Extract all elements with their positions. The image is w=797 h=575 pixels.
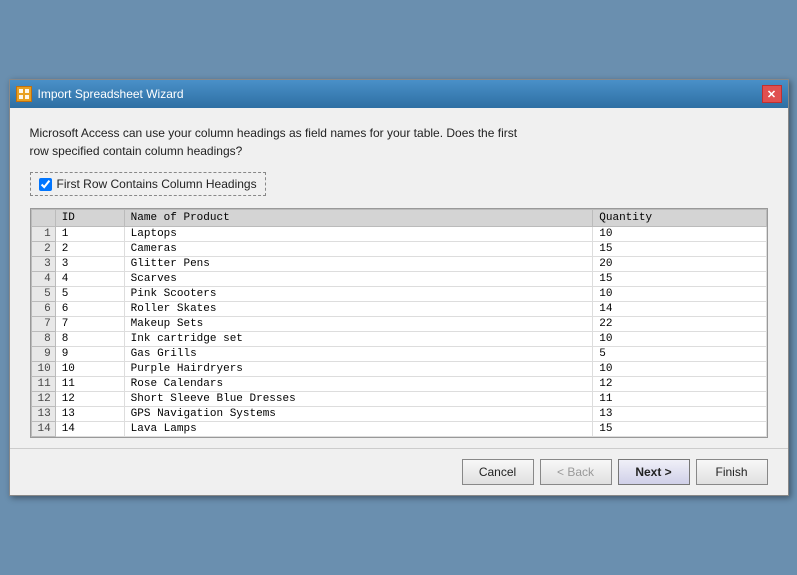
table-row: 14 14 Lava Lamps 15: [31, 422, 766, 437]
cell-rownum: 10: [31, 362, 55, 377]
cell-qty: 13: [593, 407, 766, 422]
cell-id: 13: [55, 407, 124, 422]
cell-name: Roller Skates: [124, 302, 593, 317]
cell-qty: 10: [593, 332, 766, 347]
table-row: 9 9 Gas Grills 5: [31, 347, 766, 362]
table-row: 3 3 Glitter Pens 20: [31, 257, 766, 272]
col-header-name: Name of Product: [124, 210, 593, 227]
cell-id: 11: [55, 377, 124, 392]
cell-name: Gas Grills: [124, 347, 593, 362]
cell-qty: 10: [593, 227, 766, 242]
cell-id: 12: [55, 392, 124, 407]
cell-name: Scarves: [124, 272, 593, 287]
col-header-id: ID: [55, 210, 124, 227]
cell-rownum: 9: [31, 347, 55, 362]
table-row: 2 2 Cameras 15: [31, 242, 766, 257]
cell-rownum: 7: [31, 317, 55, 332]
cell-qty: 12: [593, 377, 766, 392]
cell-name: Makeup Sets: [124, 317, 593, 332]
cell-rownum: 13: [31, 407, 55, 422]
cell-name: Purple Hairdryers: [124, 362, 593, 377]
table-row: 12 12 Short Sleeve Blue Dresses 11: [31, 392, 766, 407]
cell-name: Rose Calendars: [124, 377, 593, 392]
cell-id: 4: [55, 272, 124, 287]
window-title: Import Spreadsheet Wizard: [38, 87, 184, 101]
cell-id: 5: [55, 287, 124, 302]
cell-qty: 5: [593, 347, 766, 362]
title-bar-left: Import Spreadsheet Wizard: [16, 86, 184, 102]
cell-qty: 15: [593, 272, 766, 287]
cell-name: Laptops: [124, 227, 593, 242]
wizard-footer: Cancel < Back Next > Finish: [10, 448, 788, 495]
cell-rownum: 2: [31, 242, 55, 257]
cell-id: 14: [55, 422, 124, 437]
cell-name: Lava Lamps: [124, 422, 593, 437]
cell-qty: 15: [593, 242, 766, 257]
cell-qty: 14: [593, 302, 766, 317]
col-header-qty: Quantity: [593, 210, 766, 227]
table-row: 8 8 Ink cartridge set 10: [31, 332, 766, 347]
spreadsheet-table: ID Name of Product Quantity 1 1 Laptops …: [31, 209, 767, 437]
col-header-rownum: [31, 210, 55, 227]
table-scroll[interactable]: ID Name of Product Quantity 1 1 Laptops …: [31, 209, 767, 437]
cell-rownum: 1: [31, 227, 55, 242]
cell-id: 1: [55, 227, 124, 242]
cell-name: Ink cartridge set: [124, 332, 593, 347]
table-row: 11 11 Rose Calendars 12: [31, 377, 766, 392]
table-row: 7 7 Makeup Sets 22: [31, 317, 766, 332]
cell-rownum: 11: [31, 377, 55, 392]
data-table-container: ID Name of Product Quantity 1 1 Laptops …: [30, 208, 768, 438]
cell-name: Short Sleeve Blue Dresses: [124, 392, 593, 407]
table-body: 1 1 Laptops 10 2 2 Cameras 15 3 3 Glitte…: [31, 227, 766, 437]
title-bar: Import Spreadsheet Wizard ✕: [10, 80, 788, 108]
table-row: 6 6 Roller Skates 14: [31, 302, 766, 317]
checkbox-frame: First Row Contains Column Headings: [30, 172, 266, 196]
cell-qty: 11: [593, 392, 766, 407]
cell-id: 2: [55, 242, 124, 257]
cell-rownum: 14: [31, 422, 55, 437]
cell-rownum: 12: [31, 392, 55, 407]
app-icon: [16, 86, 32, 102]
description-text: Microsoft Access can use your column hea…: [30, 124, 768, 160]
table-row: 4 4 Scarves 15: [31, 272, 766, 287]
back-button[interactable]: < Back: [540, 459, 612, 485]
table-header-row: ID Name of Product Quantity: [31, 210, 766, 227]
cell-qty: 20: [593, 257, 766, 272]
cell-id: 10: [55, 362, 124, 377]
first-row-checkbox[interactable]: [39, 178, 52, 191]
checkbox-area: First Row Contains Column Headings: [30, 172, 768, 196]
next-button[interactable]: Next >: [618, 459, 690, 485]
close-button[interactable]: ✕: [762, 85, 782, 103]
cell-qty: 10: [593, 287, 766, 302]
cell-name: Cameras: [124, 242, 593, 257]
checkbox-label[interactable]: First Row Contains Column Headings: [57, 177, 257, 191]
table-row: 1 1 Laptops 10: [31, 227, 766, 242]
cell-name: Pink Scooters: [124, 287, 593, 302]
cell-qty: 22: [593, 317, 766, 332]
table-row: 5 5 Pink Scooters 10: [31, 287, 766, 302]
cell-id: 6: [55, 302, 124, 317]
cell-rownum: 5: [31, 287, 55, 302]
wizard-window: Import Spreadsheet Wizard ✕ Microsoft Ac…: [9, 79, 789, 496]
cell-qty: 10: [593, 362, 766, 377]
cell-rownum: 3: [31, 257, 55, 272]
cancel-button[interactable]: Cancel: [462, 459, 534, 485]
finish-button[interactable]: Finish: [696, 459, 768, 485]
cell-rownum: 4: [31, 272, 55, 287]
table-row: 10 10 Purple Hairdryers 10: [31, 362, 766, 377]
cell-id: 8: [55, 332, 124, 347]
cell-qty: 15: [593, 422, 766, 437]
cell-id: 3: [55, 257, 124, 272]
wizard-content: Microsoft Access can use your column hea…: [10, 108, 788, 448]
cell-name: Glitter Pens: [124, 257, 593, 272]
cell-id: 7: [55, 317, 124, 332]
cell-name: GPS Navigation Systems: [124, 407, 593, 422]
cell-id: 9: [55, 347, 124, 362]
cell-rownum: 6: [31, 302, 55, 317]
cell-rownum: 8: [31, 332, 55, 347]
table-row: 13 13 GPS Navigation Systems 13: [31, 407, 766, 422]
